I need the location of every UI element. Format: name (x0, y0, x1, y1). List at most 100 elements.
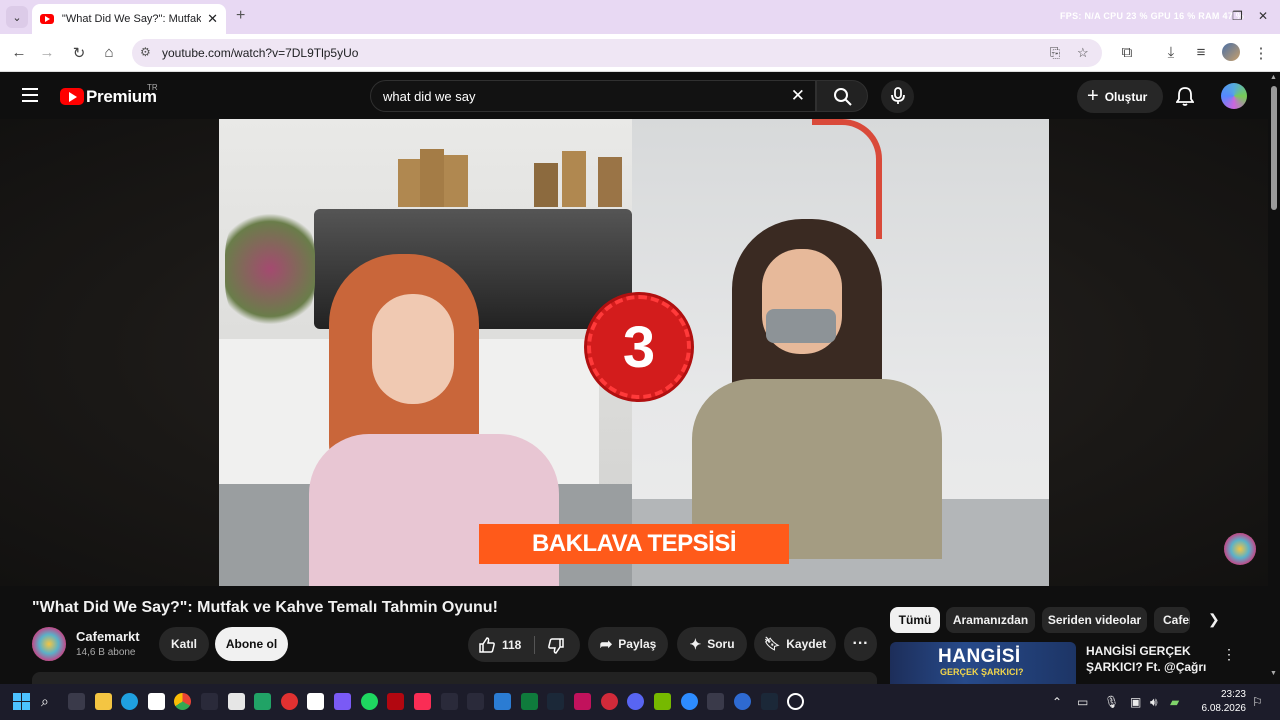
back-icon[interactable]: ← (10, 44, 28, 61)
edge-icon[interactable] (121, 693, 138, 710)
like-count[interactable]: 118 (502, 638, 521, 652)
profile-avatar[interactable] (1222, 43, 1240, 61)
tray-battery-icon[interactable]: ▰ (1170, 695, 1179, 709)
home-icon[interactable]: ⌂ (100, 44, 118, 61)
chevron-right-icon[interactable]: ❯ (1208, 611, 1220, 628)
clock-date: 6.08.2026 (1201, 703, 1247, 714)
account-avatar[interactable] (1221, 83, 1247, 109)
install-app-icon[interactable]: ⎘ (1050, 45, 1060, 61)
app-icon-10[interactable] (707, 693, 724, 710)
app-icon-12[interactable] (761, 693, 778, 710)
youtube-logo-icon[interactable] (60, 88, 84, 105)
app-icon-11[interactable] (734, 693, 751, 710)
channel-avatar[interactable] (32, 627, 66, 661)
bookmark-star-icon[interactable]: ☆ (1077, 45, 1089, 61)
scrollbar-thumb[interactable] (1271, 86, 1277, 210)
channel-watermark[interactable] (1224, 533, 1256, 565)
close-window-icon[interactable]: ✕ (1258, 9, 1268, 23)
app-icon-13[interactable] (787, 693, 804, 710)
search-input[interactable]: what did we say ✕ (370, 80, 816, 112)
video-frame[interactable]: 3 BAKLAVA TEPSİSİ (219, 119, 1049, 586)
taskbar-clock[interactable]: 23:23 6.08.2026 (1196, 688, 1247, 716)
notifications-bell-icon[interactable] (1175, 86, 1195, 111)
app-icon-2[interactable] (281, 693, 298, 710)
browser-tab-active[interactable]: "What Did We Say?": Mutfak ve ✕ (32, 4, 226, 34)
app-icon-3[interactable] (307, 693, 324, 710)
search-query[interactable]: what did we say (383, 89, 476, 104)
zoom-icon[interactable] (681, 693, 698, 710)
page-scrollbar[interactable]: ▲ ▼ (1268, 72, 1280, 684)
like-icon[interactable] (478, 636, 496, 659)
chip-series[interactable]: Seriden videolar (1042, 607, 1147, 633)
url-text[interactable]: youtube.com/watch?v=7DL9Tlp5yUo (162, 46, 358, 60)
chip-all[interactable]: Tümü (890, 607, 940, 633)
voice-search-button[interactable] (881, 80, 914, 113)
notion-icon[interactable] (228, 693, 245, 710)
site-info-icon[interactable]: ⚙ (140, 45, 151, 59)
nvidia-icon[interactable] (654, 693, 671, 710)
tray-volume-icon[interactable]: 🔊︎ (1150, 695, 1158, 710)
app-icon-7[interactable] (521, 693, 538, 710)
start-icon[interactable] (13, 693, 30, 710)
notification-center-icon[interactable]: ⚐ (1252, 695, 1263, 709)
description-box[interactable] (32, 672, 877, 684)
chip-channel[interactable]: Cafemarkt (1154, 607, 1190, 633)
plus-icon: + (1087, 85, 1099, 107)
forward-icon[interactable]: → (38, 44, 56, 61)
steam-icon[interactable] (547, 693, 564, 710)
app-icon-1[interactable] (201, 693, 218, 710)
address-bar[interactable]: ⚙ youtube.com/watch?v=7DL9Tlp5yUo ⎘ ☆ (132, 39, 1102, 67)
chip-from-search[interactable]: Aramanızdan (946, 607, 1035, 633)
create-button[interactable]: + Oluştur (1077, 80, 1163, 113)
restore-window-icon[interactable]: ❐ (1232, 9, 1243, 23)
file-explorer-icon[interactable] (95, 693, 112, 710)
media-control-icon[interactable]: ≡ (1192, 44, 1210, 61)
channel-name[interactable]: Cafemarkt (76, 629, 140, 644)
task-view-icon[interactable] (68, 693, 85, 710)
recommendation-more-icon[interactable]: ⋮ (1222, 646, 1236, 663)
menu-hamburger-icon[interactable] (22, 88, 38, 106)
tab-search-button[interactable]: ⌄ (6, 6, 28, 28)
spotify-icon[interactable] (361, 693, 378, 710)
app-icon-4[interactable] (334, 693, 351, 710)
netflix-icon[interactable] (387, 693, 404, 710)
tray-chevron-icon[interactable]: ⌃ (1052, 695, 1062, 709)
discord-icon[interactable] (627, 693, 644, 710)
chrome-icon[interactable] (174, 693, 191, 710)
share-button[interactable]: ➦ Paylaş (588, 627, 668, 661)
search-button[interactable] (816, 80, 868, 112)
word-icon[interactable] (494, 693, 511, 710)
recommendation-thumbnail[interactable]: HANGİSİ GERÇEK ŞARKICI? (890, 642, 1076, 684)
app-icon-8[interactable] (574, 693, 591, 710)
download-icon[interactable]: ⤓ (1162, 44, 1180, 61)
tray-cast-icon[interactable]: ▭ (1077, 695, 1088, 709)
extensions-icon[interactable]: ⧉ (1118, 44, 1136, 61)
tab-close-icon[interactable]: ✕ (207, 11, 218, 27)
search-icon (834, 88, 852, 106)
reload-icon[interactable]: ↻ (70, 44, 88, 62)
clear-search-icon[interactable]: ✕ (791, 86, 805, 106)
ask-button[interactable]: ✦ Soru (677, 627, 747, 661)
app-icon-9[interactable] (601, 693, 618, 710)
more-actions-button[interactable]: ··· (844, 627, 877, 661)
scroll-up-icon[interactable]: ▲ (1270, 74, 1277, 81)
region-code: TR (147, 83, 158, 92)
app-icon-5[interactable] (441, 693, 458, 710)
excel-icon[interactable] (254, 693, 271, 710)
music-icon[interactable] (414, 693, 431, 710)
save-button[interactable]: 🔖︎ Kaydet (754, 627, 836, 661)
video-player[interactable]: 3 BAKLAVA TEPSİSİ (0, 119, 1268, 586)
tray-mic-icon[interactable]: 🎙︎ (1104, 695, 1119, 709)
subscribe-button[interactable]: Abone ol (215, 627, 288, 661)
join-button[interactable]: Katıl (159, 627, 209, 661)
microphone-icon (891, 87, 905, 104)
chrome-menu-icon[interactable]: ⋮ (1252, 44, 1270, 62)
dislike-icon[interactable] (547, 637, 565, 660)
scroll-down-icon[interactable]: ▼ (1270, 670, 1277, 677)
taskbar-search-icon[interactable]: ⌕ (41, 693, 58, 710)
app-icon-6[interactable] (467, 693, 484, 710)
store-icon[interactable] (148, 693, 165, 710)
new-tab-button[interactable]: + (236, 7, 245, 25)
tray-display-icon[interactable]: ▣ (1130, 695, 1141, 709)
thumbnail-subtext: GERÇEK ŞARKICI? (940, 667, 1024, 677)
